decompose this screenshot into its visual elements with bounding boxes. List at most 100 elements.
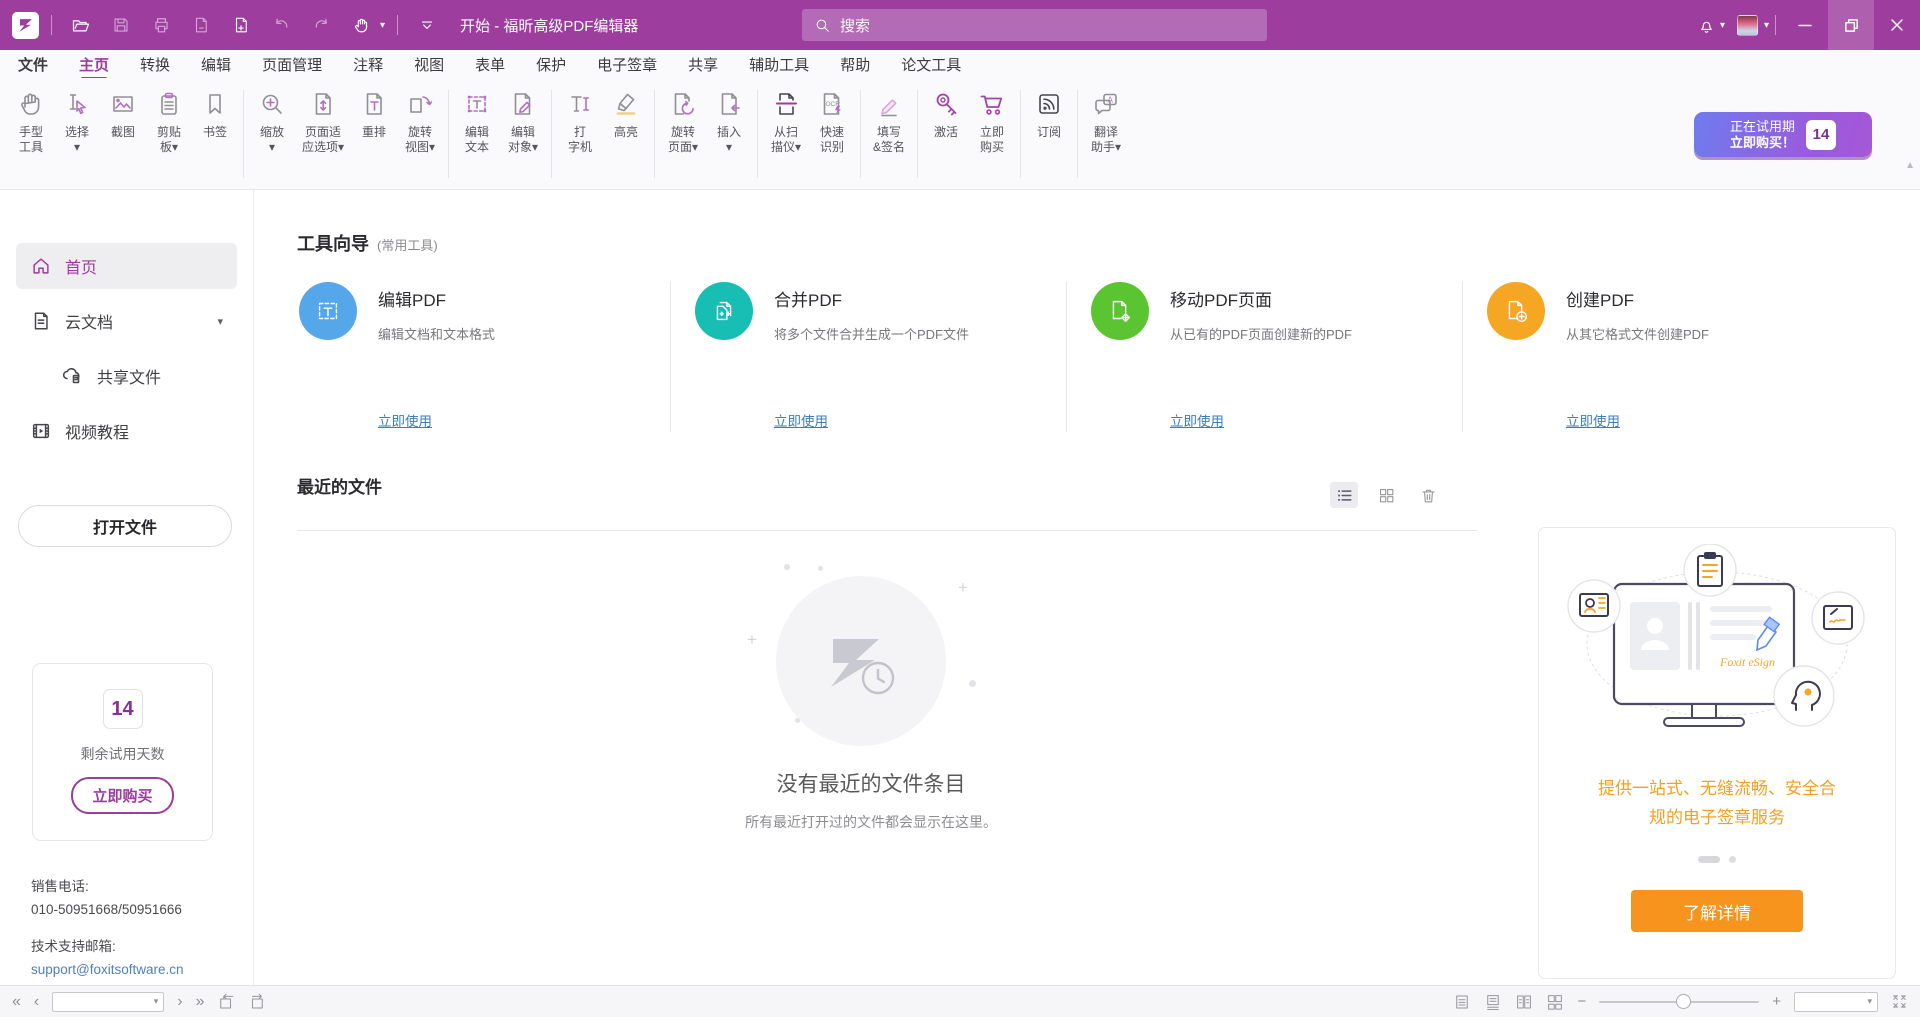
save-icon[interactable] <box>104 8 138 42</box>
buy-now-pill-button[interactable]: 立即购买 <box>71 777 173 814</box>
close-button[interactable] <box>1874 0 1920 50</box>
fullscreen-icon[interactable] <box>1891 993 1908 1010</box>
previous-page-icon[interactable]: ‹ <box>34 994 39 1010</box>
zoom-button[interactable]: 缩放 ▾ <box>249 88 295 155</box>
previous-view-icon[interactable] <box>217 993 235 1011</box>
menu-file[interactable]: 文件 <box>18 54 48 75</box>
highlight-button[interactable]: 高亮 <box>603 88 649 140</box>
undo-icon[interactable] <box>264 8 298 42</box>
restore-button[interactable] <box>1828 0 1874 50</box>
scroll-up-icon[interactable]: ▲ <box>1905 160 1915 171</box>
snapshot-button[interactable]: 截图 <box>100 88 146 140</box>
open-file-icon[interactable] <box>64 8 98 42</box>
continuous-view-icon[interactable] <box>1484 993 1502 1011</box>
list-view-button[interactable] <box>1330 482 1358 508</box>
carousel-dot[interactable] <box>1729 856 1736 863</box>
facing-view-icon[interactable] <box>1515 993 1533 1011</box>
sidebar-item-home[interactable]: 首页 <box>16 243 237 289</box>
reflow-button[interactable]: 重排 <box>351 88 397 140</box>
hand-tool-icon[interactable] <box>344 8 378 42</box>
print-icon[interactable] <box>144 8 178 42</box>
tool-card-move-pages[interactable]: 移动PDF页面 从已有的PDF页面创建新的PDF 立即使用 <box>1067 282 1463 432</box>
rotate-view-button[interactable]: 旋转 视图▾ <box>397 88 443 155</box>
new-document-icon[interactable] <box>224 8 258 42</box>
menu-home[interactable]: 主页 <box>79 54 109 75</box>
tool-card-create-pdf[interactable]: 创建PDF 从其它格式文件创建PDF 立即使用 <box>1463 282 1858 432</box>
clipboard-button[interactable]: 剪贴 板▾ <box>146 88 192 155</box>
menu-share[interactable]: 共享 <box>688 54 718 75</box>
menu-view[interactable]: 视图 <box>414 54 444 75</box>
learn-more-button[interactable]: 了解详情 <box>1631 890 1803 932</box>
open-file-button[interactable]: 打开文件 <box>18 505 232 547</box>
sidebar-item-shared-files[interactable]: 共享文件 <box>16 353 237 399</box>
next-page-icon[interactable]: › <box>177 994 182 1010</box>
use-now-link[interactable]: 立即使用 <box>1566 410 1620 430</box>
ocr-button[interactable]: OCR 快速 识别 <box>809 88 855 155</box>
fill-sign-button[interactable]: 填写 &签名 <box>866 88 912 155</box>
menu-convert[interactable]: 转换 <box>140 54 170 75</box>
hand-tool-button[interactable]: 手型 工具 <box>8 88 54 155</box>
search-icon <box>814 17 831 34</box>
minimize-button[interactable] <box>1782 0 1828 50</box>
fit-page-button[interactable]: 页面适 应选项▾ <box>295 88 351 155</box>
extract-page-icon[interactable] <box>184 8 218 42</box>
tool-card-merge-pdf[interactable]: 合并PDF 将多个文件合并生成一个PDF文件 立即使用 <box>671 282 1067 432</box>
notifications-bell-icon[interactable] <box>1690 8 1724 42</box>
translate-assistant-button[interactable]: A 翻译 助手▾ <box>1083 88 1129 155</box>
account-caret-icon[interactable]: ▾ <box>1764 20 1769 31</box>
subscribe-button[interactable]: 订阅 <box>1026 88 1072 140</box>
single-page-view-icon[interactable] <box>1453 993 1471 1011</box>
use-now-link[interactable]: 立即使用 <box>1170 410 1224 430</box>
zoom-level-combobox[interactable]: ▾ <box>1794 992 1878 1012</box>
menu-organize[interactable]: 页面管理 <box>262 54 322 75</box>
use-now-link[interactable]: 立即使用 <box>378 410 432 430</box>
chevron-down-icon[interactable]: ▾ <box>217 315 223 328</box>
menu-esign[interactable]: 电子签章 <box>597 54 657 75</box>
search-placeholder: 搜索 <box>840 15 870 36</box>
sidebar-item-cloud-docs[interactable]: 云文档 ▾ <box>16 298 237 344</box>
zoom-slider[interactable] <box>1599 1001 1759 1003</box>
menu-paper-tools[interactable]: 论文工具 <box>901 54 961 75</box>
trial-badge[interactable]: 正在试用期 立即购买！ 14 <box>1694 112 1872 157</box>
support-email-link[interactable]: support@foxitsoftware.cn <box>31 958 184 981</box>
menu-form[interactable]: 表单 <box>475 54 505 75</box>
grid-view-button[interactable] <box>1372 482 1400 508</box>
rotate-pages-button[interactable]: 旋转 页面▾ <box>660 88 706 155</box>
menu-comment[interactable]: 注释 <box>353 54 383 75</box>
carousel-dot-active[interactable] <box>1698 856 1720 863</box>
menu-help[interactable]: 帮助 <box>840 54 870 75</box>
insert-pages-button[interactable]: 插入 ▾ <box>706 88 752 155</box>
select-tool-button[interactable]: 选择 ▾ <box>54 88 100 155</box>
bookmark-button[interactable]: 书签 <box>192 88 238 140</box>
zoom-slider-handle[interactable] <box>1676 994 1691 1009</box>
clear-recent-trash-button[interactable] <box>1414 482 1442 508</box>
first-page-icon[interactable]: « <box>12 994 21 1010</box>
tool-card-edit-pdf[interactable]: 编辑PDF 编辑文档和文本格式 立即使用 <box>297 282 671 432</box>
hand-tool-caret-icon[interactable]: ▾ <box>380 20 385 31</box>
facing-continuous-view-icon[interactable] <box>1546 993 1564 1011</box>
next-view-icon[interactable] <box>248 993 266 1011</box>
foxit-logo-icon <box>12 12 39 39</box>
avatar[interactable] <box>1737 15 1758 36</box>
sidebar-item-video-tutorials[interactable]: 视频教程 <box>16 408 237 454</box>
collapse-toolbar-icon[interactable] <box>410 8 444 42</box>
from-scanner-button[interactable]: 从扫 描仪▾ <box>763 88 809 155</box>
edit-text-button[interactable]: 编辑 文本 <box>454 88 500 155</box>
page-number-combobox[interactable]: ▾ <box>52 992 164 1012</box>
menu-protect[interactable]: 保护 <box>536 54 566 75</box>
use-now-link[interactable]: 立即使用 <box>774 410 828 430</box>
last-page-icon[interactable]: » <box>196 994 205 1010</box>
shared-cloud-icon <box>60 364 84 388</box>
typewriter-button[interactable]: 打 字机 <box>557 88 603 155</box>
notifications-caret-icon[interactable]: ▾ <box>1720 20 1725 31</box>
activate-button[interactable]: 激活 <box>923 88 969 140</box>
buy-now-button[interactable]: 立即 购买 <box>969 88 1015 155</box>
menu-edit[interactable]: 编辑 <box>201 54 231 75</box>
redo-icon[interactable] <box>304 8 338 42</box>
search-box[interactable]: 搜索 <box>802 9 1267 41</box>
edit-object-button[interactable]: 编辑 对象▾ <box>500 88 546 155</box>
zoom-in-button[interactable]: + <box>1772 993 1781 1010</box>
trial-days-count: 14 <box>1806 120 1836 150</box>
zoom-out-button[interactable]: − <box>1577 993 1586 1010</box>
menu-accessibility[interactable]: 辅助工具 <box>749 54 809 75</box>
